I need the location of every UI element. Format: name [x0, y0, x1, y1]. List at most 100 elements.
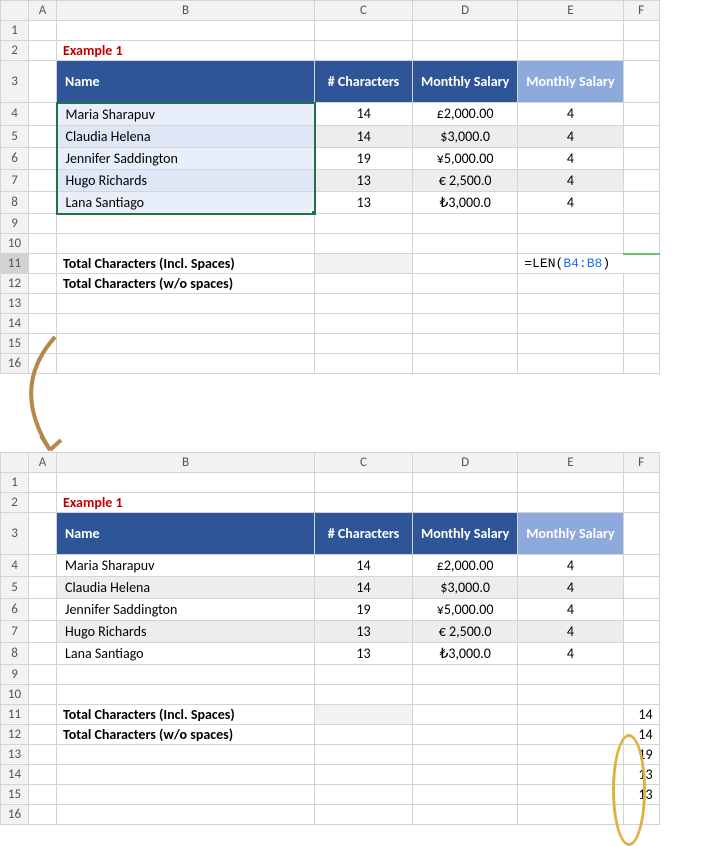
- cell[interactable]: [29, 555, 57, 577]
- cell[interactable]: [315, 665, 413, 685]
- cell[interactable]: [57, 334, 315, 354]
- cell[interactable]: [29, 621, 57, 643]
- row-header[interactable]: 5: [1, 125, 29, 147]
- col-header[interactable]: F: [623, 1, 659, 21]
- cell[interactable]: [57, 765, 315, 785]
- cell[interactable]: [623, 685, 659, 705]
- formula-cell[interactable]: =LEN(B4:B8): [518, 254, 659, 274]
- cell[interactable]: [413, 685, 518, 705]
- cell[interactable]: [29, 21, 57, 41]
- cell[interactable]: [29, 513, 57, 555]
- row-header[interactable]: 1: [1, 473, 29, 493]
- cell[interactable]: [623, 493, 659, 513]
- cell[interactable]: [29, 274, 57, 294]
- cell[interactable]: [315, 745, 413, 765]
- cell[interactable]: [518, 705, 623, 725]
- cell[interactable]: [623, 334, 659, 354]
- cell[interactable]: [29, 234, 57, 254]
- cell[interactable]: [315, 705, 413, 725]
- cell[interactable]: [29, 577, 57, 599]
- cell[interactable]: [623, 555, 659, 577]
- row-header[interactable]: 13: [1, 745, 29, 765]
- row-header[interactable]: 9: [1, 665, 29, 685]
- table-header-name[interactable]: Name: [57, 61, 315, 103]
- example-label[interactable]: Example 1: [57, 493, 315, 513]
- row-header[interactable]: 2: [1, 493, 29, 513]
- cell[interactable]: [29, 147, 57, 169]
- col-header[interactable]: A: [29, 453, 57, 473]
- cell[interactable]: [623, 61, 659, 103]
- cell[interactable]: [315, 294, 413, 314]
- cell[interactable]: [29, 41, 57, 61]
- cell-chars[interactable]: 13: [315, 643, 413, 665]
- cell[interactable]: [623, 147, 659, 169]
- col-header[interactable]: B: [57, 1, 315, 21]
- cell[interactable]: [518, 685, 623, 705]
- cell[interactable]: [413, 805, 518, 825]
- cell[interactable]: [623, 314, 659, 334]
- cell[interactable]: [413, 274, 518, 294]
- cell[interactable]: [315, 725, 413, 745]
- cell[interactable]: [623, 234, 659, 254]
- row-header[interactable]: 12: [1, 274, 29, 294]
- cell[interactable]: [57, 21, 315, 41]
- row-header[interactable]: 16: [1, 354, 29, 374]
- cell[interactable]: [413, 334, 518, 354]
- cell[interactable]: [29, 725, 57, 745]
- cell[interactable]: [413, 21, 518, 41]
- cell[interactable]: [413, 214, 518, 234]
- result-cell[interactable]: 19: [623, 745, 659, 765]
- cell[interactable]: [57, 214, 315, 234]
- cell[interactable]: [413, 314, 518, 334]
- cell[interactable]: [315, 354, 413, 374]
- cell[interactable]: [623, 577, 659, 599]
- cell[interactable]: [29, 214, 57, 234]
- cell-len[interactable]: 4: [518, 555, 623, 577]
- cell-len[interactable]: 4: [518, 147, 623, 169]
- result-cell[interactable]: 14: [623, 725, 659, 745]
- cell[interactable]: [29, 354, 57, 374]
- cell[interactable]: [29, 294, 57, 314]
- cell[interactable]: [315, 334, 413, 354]
- cell-salary[interactable]: ₺3,000.0: [413, 191, 518, 214]
- row-header[interactable]: 14: [1, 314, 29, 334]
- cell[interactable]: [623, 103, 659, 126]
- row-header[interactable]: 14: [1, 765, 29, 785]
- cell-len[interactable]: 4: [518, 577, 623, 599]
- cell[interactable]: [623, 805, 659, 825]
- row-header[interactable]: 10: [1, 685, 29, 705]
- cell-len[interactable]: 4: [518, 169, 623, 191]
- cell[interactable]: [623, 21, 659, 41]
- cell-len[interactable]: 4: [518, 103, 623, 126]
- cell[interactable]: [29, 765, 57, 785]
- row-header[interactable]: 3: [1, 61, 29, 103]
- example-label[interactable]: Example 1: [57, 41, 315, 61]
- col-header[interactable]: E: [518, 1, 623, 21]
- cell[interactable]: [315, 214, 413, 234]
- cell-chars[interactable]: 14: [315, 125, 413, 147]
- spreadsheet-top[interactable]: A B C D E F 1 2 Example 1 3 Name # Chara…: [0, 0, 660, 374]
- cell-name[interactable]: Maria Sharapuv: [57, 555, 315, 577]
- row-header[interactable]: 15: [1, 785, 29, 805]
- cell[interactable]: [518, 725, 623, 745]
- cell[interactable]: [623, 214, 659, 234]
- cell[interactable]: [623, 354, 659, 374]
- cell[interactable]: [57, 294, 315, 314]
- cell-name[interactable]: Jennifer Saddington: [57, 147, 315, 169]
- table-header-salary[interactable]: Monthly Salary: [413, 61, 518, 103]
- cell[interactable]: [518, 214, 623, 234]
- cell[interactable]: [413, 354, 518, 374]
- cell-salary[interactable]: € 2,500.0: [413, 169, 518, 191]
- cell[interactable]: [29, 805, 57, 825]
- cell[interactable]: [29, 785, 57, 805]
- col-header[interactable]: C: [315, 453, 413, 473]
- row-header[interactable]: 11: [1, 254, 29, 274]
- row-header[interactable]: 3: [1, 513, 29, 555]
- cell-name[interactable]: Maria Sharapuv: [57, 103, 315, 126]
- cell[interactable]: [413, 41, 518, 61]
- cell-name[interactable]: Hugo Richards: [57, 169, 315, 191]
- select-all-cell[interactable]: [1, 453, 29, 473]
- col-header[interactable]: E: [518, 453, 623, 473]
- row-header[interactable]: 12: [1, 725, 29, 745]
- spreadsheet-bottom[interactable]: A B C D E F 1 2 Example 1 3 Name # Chara…: [0, 452, 660, 825]
